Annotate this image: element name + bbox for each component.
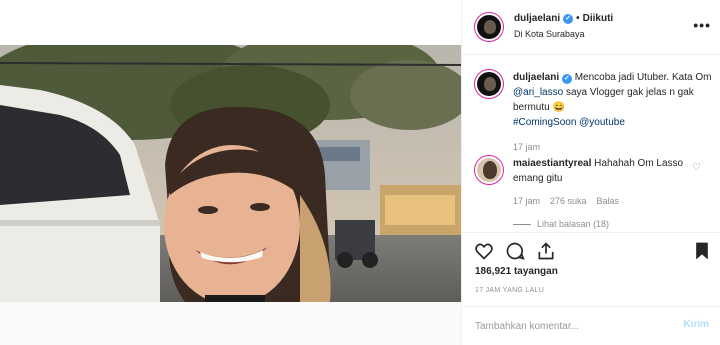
action-bar	[462, 232, 720, 262]
comments-list: duljaelani ✓ Mencoba jadi Utuber. Kata O…	[462, 56, 720, 231]
video-frame	[0, 45, 461, 302]
comment-body: maiaestiantyreal Hahahah Om Lasso emang …	[513, 156, 688, 231]
comment-input[interactable]	[475, 318, 655, 334]
caption-meta: 17 jam	[513, 140, 713, 155]
verified-badge-icon: ✓	[563, 13, 574, 24]
author-avatar[interactable]	[475, 13, 503, 41]
commenter-avatar[interactable]	[475, 156, 503, 184]
caption-text: duljaelani ✓ Mencoba jadi Utuber. Kata O…	[513, 70, 713, 130]
like-heart-icon[interactable]	[474, 241, 494, 261]
instagram-post-modal: duljaelani ✓ • Diikuti Di Kota Surabaya …	[0, 0, 720, 345]
author-username[interactable]: duljaelani	[514, 13, 560, 24]
caption-username[interactable]: duljaelani	[513, 72, 559, 83]
post-comment-button[interactable]: Kirim	[683, 319, 709, 330]
separator-dot: •	[576, 13, 580, 24]
post-video[interactable]	[0, 45, 461, 302]
view-replies-button[interactable]: Lihat balasan (18)	[513, 217, 688, 231]
comment-likes[interactable]: 276 suka	[550, 194, 587, 209]
commenter-username[interactable]: maiaestiantyreal	[513, 158, 591, 169]
caption-avatar[interactable]	[475, 70, 503, 98]
mention-youtube[interactable]: @youtube	[579, 117, 625, 128]
post-location[interactable]: Di Kota Surabaya	[514, 29, 585, 39]
media-footer	[0, 302, 461, 345]
follow-status-button[interactable]: Diikuti	[583, 13, 614, 24]
post-header: duljaelani ✓ • Diikuti Di Kota Surabaya …	[462, 0, 720, 55]
caption-body: duljaelani ✓ Mencoba jadi Utuber. Kata O…	[513, 70, 713, 155]
comment-bubble-icon[interactable]	[505, 241, 525, 261]
view-count-number: 186,921	[475, 266, 512, 277]
caption-verified-icon: ✓	[561, 74, 572, 84]
replies-divider	[513, 224, 531, 225]
view-replies-label: Lihat balasan (18)	[537, 219, 610, 229]
post-side-panel: duljaelani ✓ • Diikuti Di Kota Surabaya …	[461, 0, 720, 345]
mention-ari-lasso[interactable]: @ari_lasso	[513, 87, 563, 98]
author-line: duljaelani ✓ • Diikuti	[514, 13, 613, 24]
caption-time[interactable]: 17 jam	[513, 140, 540, 155]
comment-meta: 17 jam 276 suka Balas	[513, 194, 688, 209]
comment-like-heart-icon[interactable]: ♡	[692, 162, 701, 173]
save-bookmark-icon[interactable]	[692, 241, 712, 261]
view-count[interactable]: 186,921 tayangan	[475, 266, 558, 277]
share-icon[interactable]	[536, 241, 556, 261]
comment-time[interactable]: 17 jam	[513, 194, 540, 209]
add-comment-bar: Kirim	[462, 306, 720, 345]
caption-text-part1: Mencoba jadi Utuber. Kata Om	[574, 72, 712, 83]
view-count-label: tayangan	[513, 266, 558, 277]
comment-text: maiaestiantyreal Hahahah Om Lasso emang …	[513, 156, 688, 186]
hashtag-comingsoon[interactable]: #ComingSoon	[513, 117, 576, 128]
post-timestamp[interactable]: 17 JAM YANG LALU	[475, 287, 544, 294]
reply-button[interactable]: Balas	[597, 194, 620, 209]
media-pane	[0, 0, 461, 345]
more-options-icon[interactable]: •••	[693, 17, 711, 33]
